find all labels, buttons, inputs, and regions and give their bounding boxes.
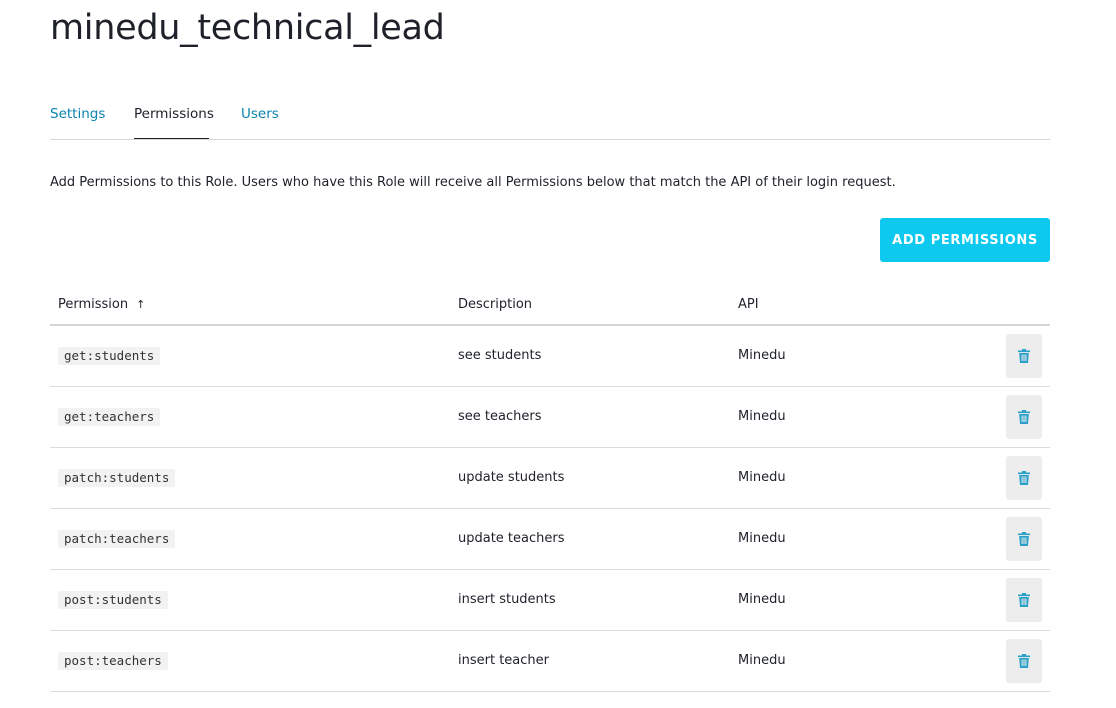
delete-permission-button[interactable] — [1006, 578, 1042, 622]
trash-icon — [1018, 471, 1030, 485]
table-header: Permission ↑ Description API — [50, 286, 1050, 326]
permission-name: patch:students — [58, 469, 176, 487]
trash-icon — [1018, 532, 1030, 546]
permission-description: update students — [458, 470, 565, 485]
table-row: patch:teachers update teachers Minedu — [50, 509, 1050, 570]
trash-icon — [1018, 593, 1030, 607]
delete-permission-button[interactable] — [1006, 395, 1042, 439]
page-title: minedu_technical_lead — [50, 8, 445, 48]
permission-name: get:students — [58, 347, 161, 365]
table-row: patch:students update students Minedu — [50, 448, 1050, 509]
delete-permission-button[interactable] — [1006, 639, 1042, 683]
trash-icon — [1018, 410, 1030, 424]
column-header-permission[interactable]: Permission ↑ — [58, 297, 145, 312]
permission-api: Minedu — [738, 409, 786, 424]
column-header-api: API — [738, 297, 759, 312]
table-row: post:teachers insert teacher Minedu — [50, 631, 1050, 692]
permission-api: Minedu — [738, 470, 786, 485]
sort-ascending-icon: ↑ — [136, 298, 146, 311]
permission-description: insert teacher — [458, 653, 549, 668]
permission-name: patch:teachers — [58, 530, 176, 548]
trash-icon — [1018, 654, 1030, 668]
permission-description: update teachers — [458, 531, 565, 546]
column-header-description: Description — [458, 297, 533, 312]
permission-api: Minedu — [738, 348, 786, 363]
table-row: post:students insert students Minedu — [50, 570, 1050, 631]
table-row: get:students see students Minedu — [50, 326, 1050, 387]
tab-permissions[interactable]: Permissions — [134, 106, 214, 139]
tab-settings[interactable]: Settings — [50, 106, 105, 122]
permission-api: Minedu — [738, 531, 786, 546]
permission-name: post:teachers — [58, 652, 168, 670]
permissions-table: Permission ↑ Description API get:students… — [50, 286, 1050, 692]
permission-description: see teachers — [458, 409, 542, 424]
permission-name: post:students — [58, 591, 168, 609]
intro-text: Add Permissions to this Role. Users who … — [50, 175, 896, 190]
column-header-permission-label: Permission — [58, 297, 129, 312]
delete-permission-button[interactable] — [1006, 334, 1042, 378]
table-body: get:students see students Minedu get:teache… — [50, 326, 1050, 692]
trash-icon — [1018, 349, 1030, 363]
delete-permission-button[interactable] — [1006, 517, 1042, 561]
add-permissions-button[interactable]: ADD PERMISSIONS — [880, 218, 1050, 262]
permission-description: insert students — [458, 592, 556, 607]
permission-api: Minedu — [738, 653, 786, 668]
tab-users[interactable]: Users — [241, 106, 279, 122]
table-row: get:teachers see teachers Minedu — [50, 387, 1050, 448]
permission-description: see students — [458, 348, 542, 363]
delete-permission-button[interactable] — [1006, 456, 1042, 500]
tab-bar: Settings Permissions Users — [50, 98, 1050, 140]
permission-api: Minedu — [738, 592, 786, 607]
permission-name: get:teachers — [58, 408, 161, 426]
